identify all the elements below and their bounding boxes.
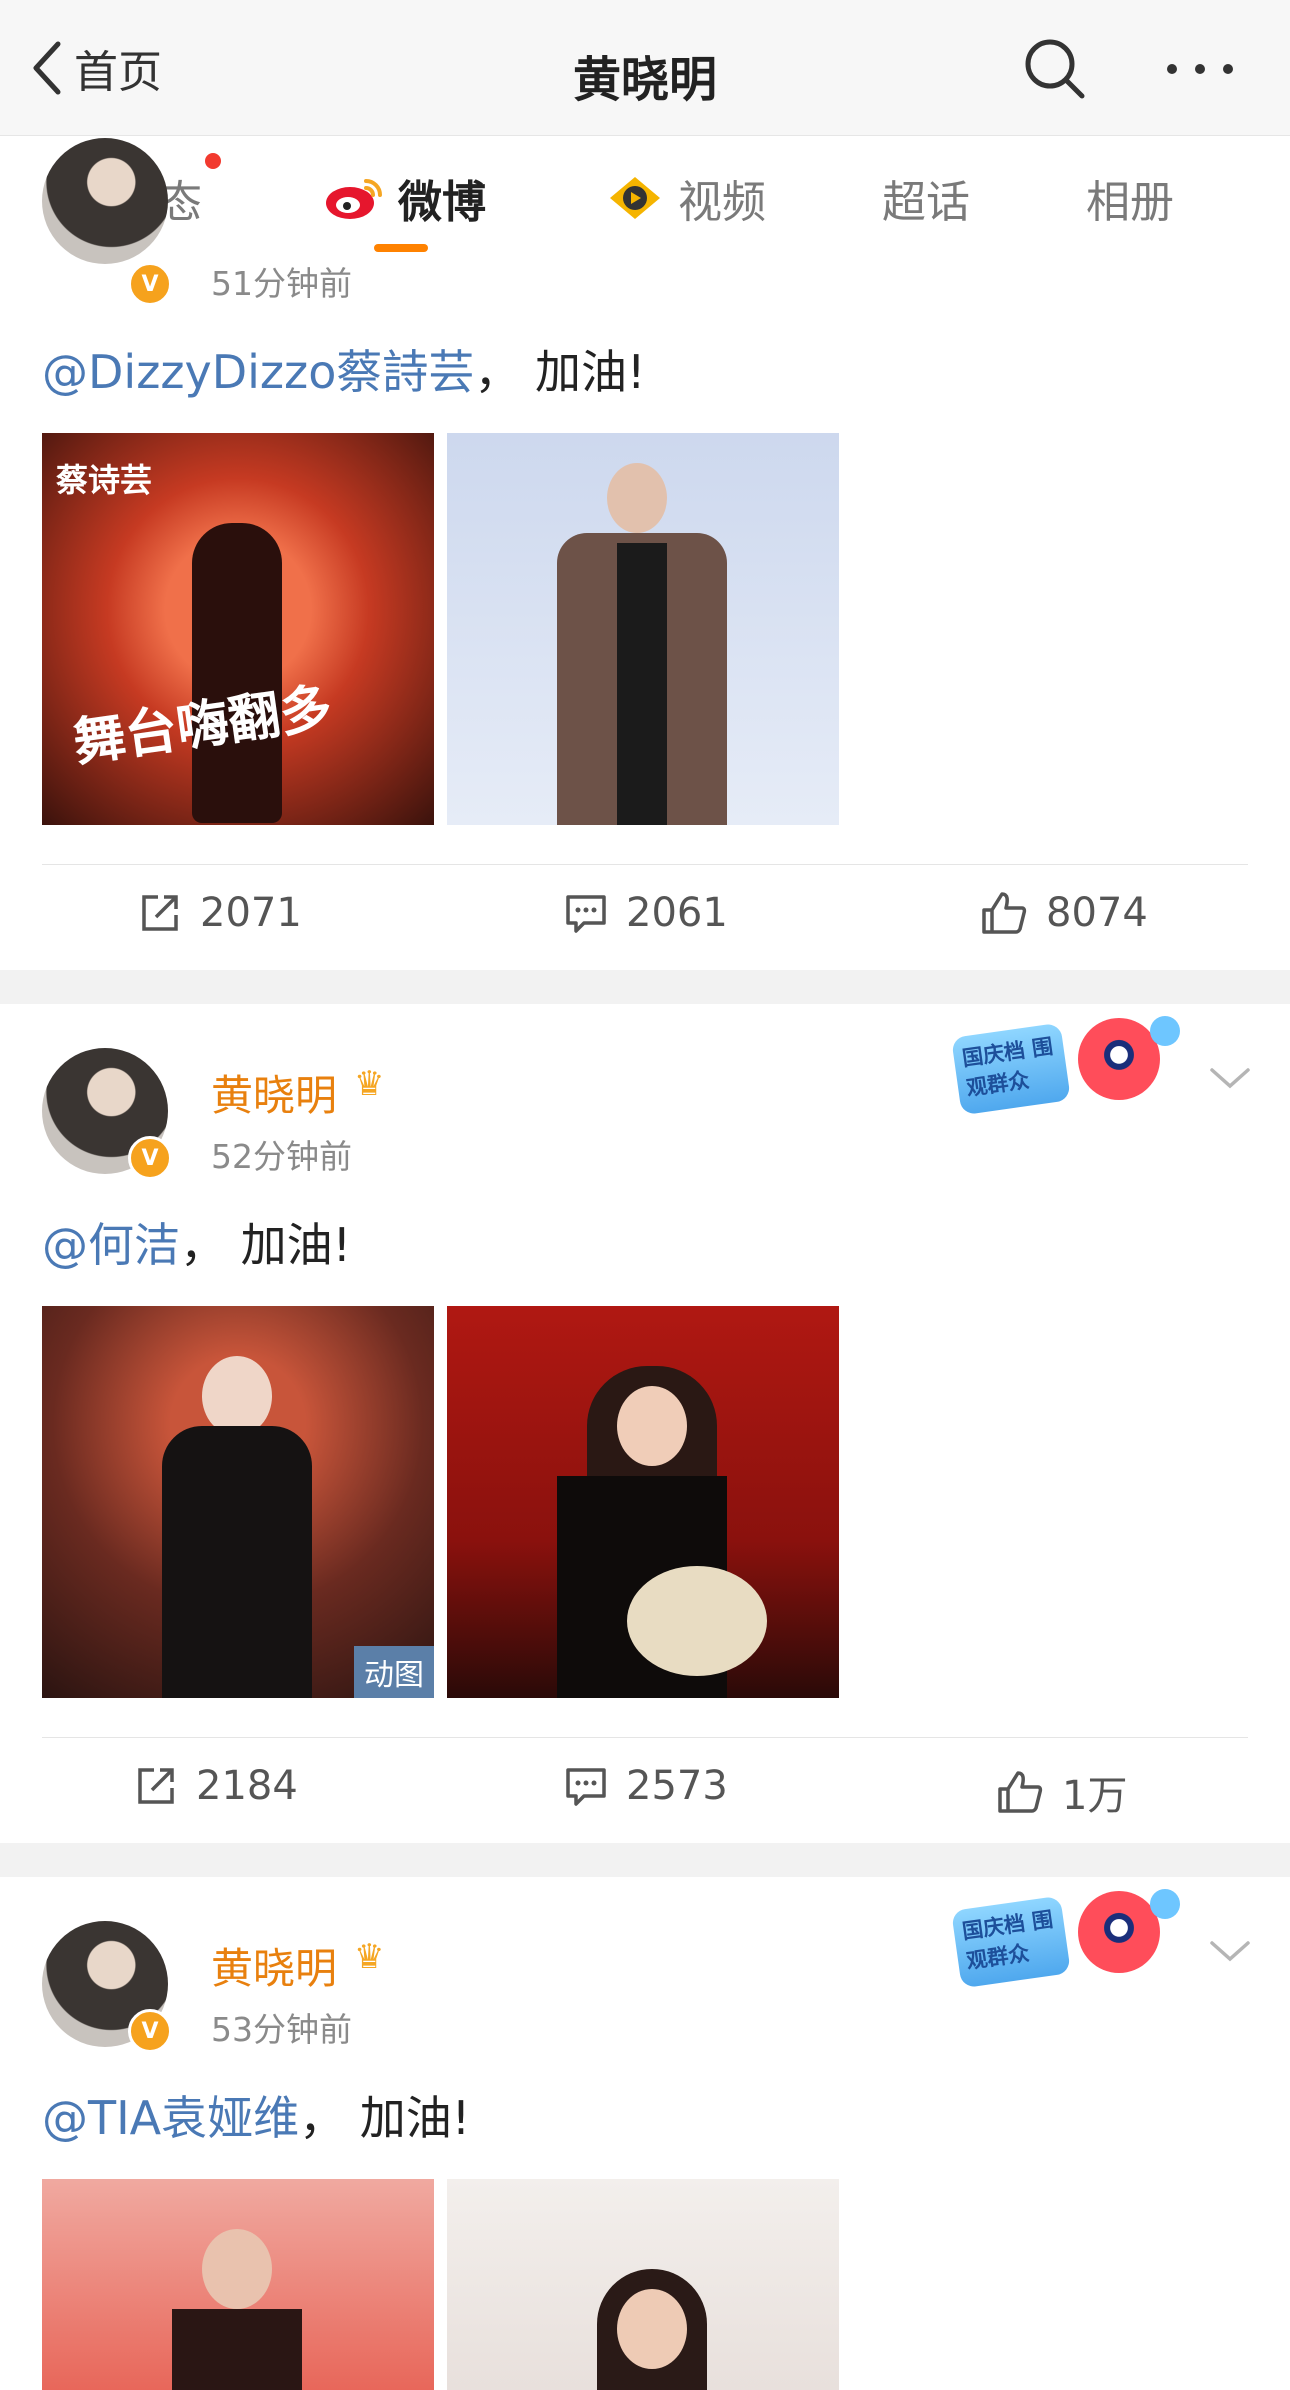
chevron-down-icon[interactable] [1208,1062,1252,1092]
post-image[interactable] [447,2179,839,2390]
holiday-sticker[interactable]: 国庆档 围观群众 [950,1012,1200,1124]
comment-button[interactable]: 2573 [564,1763,728,1809]
sticker-mascot [1078,1891,1160,1973]
crown-icon: ♛ [354,1937,385,1977]
post-time: 52分钟前 [211,1137,352,1176]
sticker-decor [1150,1889,1180,1919]
holiday-sticker[interactable]: 国庆档 围观群众 [950,1885,1200,1997]
divider [42,864,1248,865]
comment-count: 2061 [626,890,728,936]
username[interactable]: 黄晓明 [211,1062,337,1123]
post-time: 53分钟前 [211,2010,352,2049]
more-icon [1167,64,1233,74]
post-body: ， 加油! [299,2091,471,2145]
sticker-mascot [1078,1018,1160,1100]
verified-badge-icon: V [128,1136,172,1180]
like-count: 1万 [1062,1773,1128,1819]
comment-button[interactable]: 2061 [564,890,728,936]
verified-badge-icon: V [128,2009,172,2053]
divider [42,1737,1248,1738]
crown-icon: ♛ [354,1064,385,1104]
post-body: ， 加油! [474,345,646,399]
repost-button[interactable]: 2184 [134,1763,298,1809]
like-count: 8074 [1046,890,1148,936]
comment-icon [566,895,606,933]
chevron-down-icon[interactable] [1208,1935,1252,1965]
repost-button[interactable]: 2071 [138,890,302,936]
comment-count: 2573 [626,1763,728,1809]
search-button[interactable] [1020,34,1090,104]
page-title: 黄晓明 [572,52,717,108]
repost-count: 2071 [200,890,302,936]
figure-head [202,2229,272,2309]
mention-link[interactable]: @DizzyDizzo蔡詩芸 [42,345,474,399]
section-gap [0,970,1290,1004]
repost-icon [142,895,178,931]
comment-icon [566,1768,606,1806]
post-time: 51分钟前 [211,264,352,303]
post-text: @TIA袁娅维， 加油! [42,2082,470,2148]
post-image[interactable]: 蔡诗芸 舞台嗨翻多 [42,433,434,825]
figure-dress [617,543,667,825]
top-nav-bar: 首页 黄晓明 [0,0,1290,136]
like-button[interactable]: 8074 [980,890,1148,936]
figure-skirt [627,1566,767,1676]
mention-link[interactable]: @何洁 [42,1218,180,1272]
post-image[interactable] [447,1306,839,1698]
username[interactable]: 黄晓明 [211,1935,337,1996]
repost-icon [138,1768,174,1804]
gif-tag: 动图 [354,1646,434,1698]
like-button[interactable]: 1万 [996,1763,1127,1821]
like-icon [998,1771,1043,1813]
figure-outfit [172,2309,302,2390]
post-image[interactable] [447,433,839,825]
post-image[interactable]: 动图 [42,1306,434,1698]
repost-count: 2184 [196,1763,298,1809]
figure-face [617,2289,687,2369]
like-icon [982,892,1027,934]
post-image[interactable] [42,2179,434,2390]
figure-face [617,1386,687,1466]
more-button[interactable] [1160,34,1240,104]
post-body: ， 加油! [180,1218,352,1272]
sticker-decor [1150,1016,1180,1046]
mention-link[interactable]: @TIA袁娅维 [42,2091,299,2145]
figure-head [202,1356,272,1436]
verified-badge-icon: V [128,262,172,306]
post-text: @DizzyDizzo蔡詩芸， 加油! [42,336,645,402]
figure-outfit [162,1426,312,1698]
figure-head [607,463,667,533]
image-caption: 蔡诗芸 [56,461,153,499]
post-text: @何洁， 加油! [42,1209,351,1275]
search-icon [1025,39,1085,99]
section-gap [0,1843,1290,1877]
